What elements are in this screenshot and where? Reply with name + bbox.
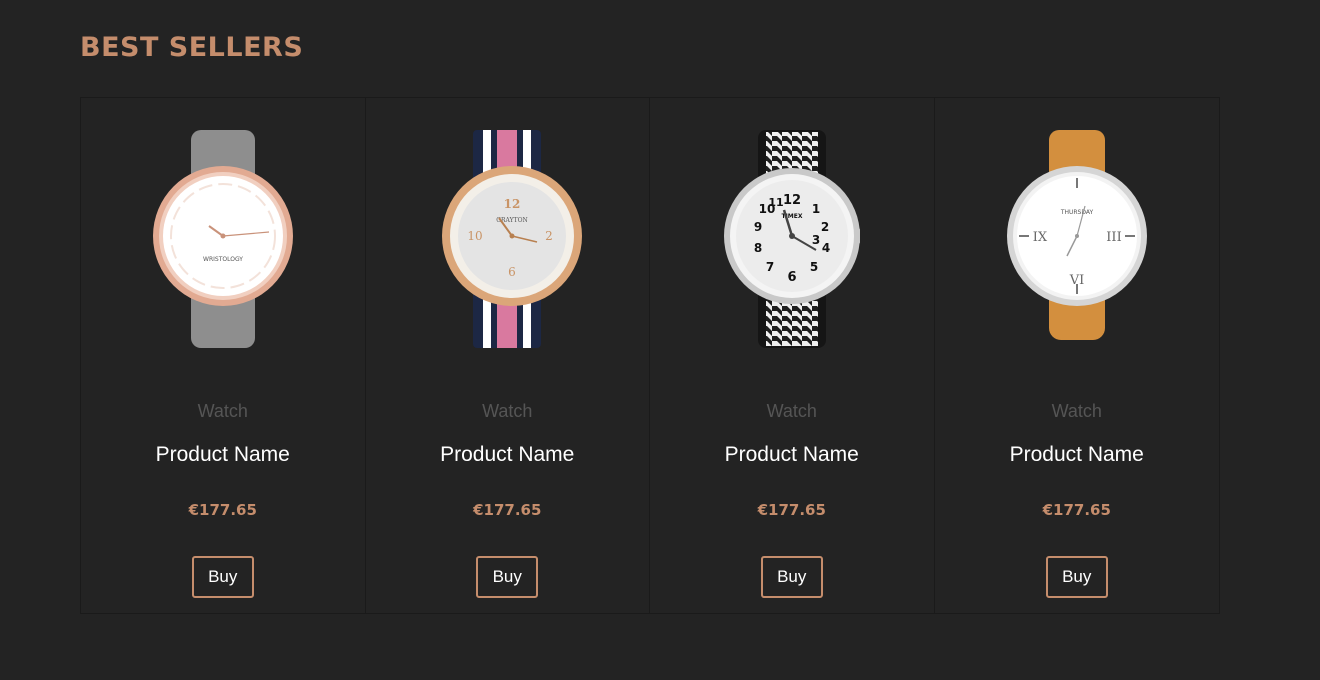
svg-text:6: 6: [787, 270, 796, 285]
product-category: Watch: [482, 401, 533, 421]
svg-text:1: 1: [812, 202, 820, 216]
product-name[interactable]: Product Name: [650, 443, 934, 467]
buy-button[interactable]: Buy: [191, 556, 254, 598]
product-name[interactable]: Product Name: [935, 443, 1220, 467]
product-image[interactable]: III VI IX THURSDAY: [935, 126, 1220, 356]
product-price: €177.65: [1042, 501, 1111, 519]
product-price: €177.65: [473, 501, 542, 519]
buy-button[interactable]: Buy: [760, 556, 823, 598]
svg-text:9: 9: [754, 220, 762, 234]
svg-text:6: 6: [508, 265, 516, 279]
product-image[interactable]: 12 2 6 10 GRAYTON: [366, 126, 650, 356]
svg-text:IX: IX: [1033, 230, 1048, 245]
svg-text:4: 4: [822, 241, 830, 255]
product-name[interactable]: Product Name: [81, 443, 365, 467]
brand-label: THURSDAY: [1060, 209, 1094, 216]
svg-text:2: 2: [545, 229, 553, 243]
svg-text:11: 11: [768, 196, 783, 209]
gold-watch-striped-strap-icon: 12 2 6 10 GRAYTON: [442, 130, 583, 348]
product-grid: WRISTOLOGY Watch Product Name €177.65 Bu…: [80, 97, 1220, 614]
svg-text:3: 3: [812, 233, 820, 247]
svg-text:VI: VI: [1068, 273, 1084, 288]
silver-watch-houndstooth-strap-icon: 12 1 2 4 5 6 7 8 9 10 11 3 TIMEX: [723, 130, 860, 348]
svg-text:12: 12: [783, 193, 801, 208]
svg-text:12: 12: [504, 197, 521, 211]
section-title: BEST SELLERS: [80, 32, 304, 63]
product-category: Watch: [197, 401, 248, 421]
svg-text:8: 8: [754, 241, 762, 255]
svg-text:2: 2: [821, 220, 829, 234]
buy-button[interactable]: Buy: [1045, 556, 1108, 598]
product-card: 12 1 2 4 5 6 7 8 9 10 11 3 TIMEX Watch P…: [650, 98, 935, 613]
product-image[interactable]: WRISTOLOGY: [81, 126, 365, 356]
product-price: €177.65: [757, 501, 826, 519]
product-card: WRISTOLOGY Watch Product Name €177.65 Bu…: [81, 98, 366, 613]
product-category: Watch: [1051, 401, 1102, 421]
svg-text:10: 10: [468, 229, 483, 243]
buy-button[interactable]: Buy: [476, 556, 539, 598]
svg-text:7: 7: [766, 260, 774, 274]
product-name[interactable]: Product Name: [366, 443, 650, 467]
brand-label: WRISTOLOGY: [203, 256, 243, 263]
product-price: €177.65: [188, 501, 257, 519]
silver-watch-tan-strap-icon: III VI IX THURSDAY: [1006, 130, 1147, 340]
product-category: Watch: [766, 401, 817, 421]
product-image[interactable]: 12 1 2 4 5 6 7 8 9 10 11 3 TIMEX: [650, 126, 934, 356]
svg-text:III: III: [1106, 230, 1121, 245]
product-card: III VI IX THURSDAY Watch Product Name €1…: [935, 98, 1220, 613]
svg-text:5: 5: [810, 260, 818, 274]
product-card: 12 2 6 10 GRAYTON Watch Product Name €17…: [366, 98, 650, 613]
rose-gold-watch-grey-strap-icon: WRISTOLOGY: [152, 130, 293, 348]
